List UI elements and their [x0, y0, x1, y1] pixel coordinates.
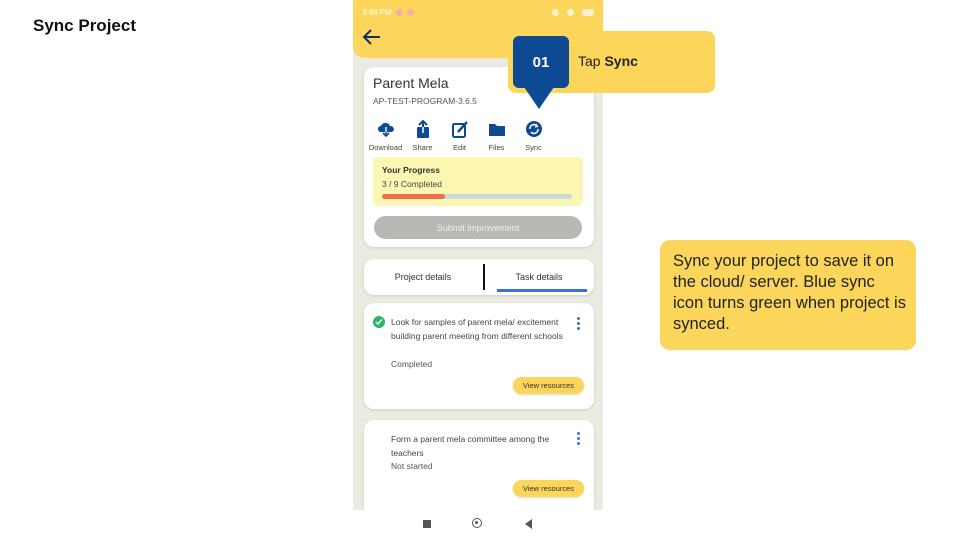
download-button[interactable]: Download	[367, 119, 404, 152]
more-options-icon[interactable]	[577, 317, 581, 330]
recents-icon[interactable]	[423, 520, 431, 528]
project-code: AP-TEST-PROGRAM-3.6.5	[373, 96, 477, 106]
progress-bar-fill	[382, 194, 446, 199]
download-label: Download	[368, 143, 403, 152]
wifi-icon	[567, 8, 574, 16]
project-title: Parent Mela	[373, 75, 449, 91]
android-nav-bar	[353, 510, 603, 540]
step-callout: 01 Tap Sync	[508, 31, 715, 109]
home-icon[interactable]	[472, 518, 482, 528]
details-tabs: Project details Task details	[364, 259, 594, 295]
back-icon[interactable]	[525, 519, 532, 529]
files-button[interactable]: Files	[478, 119, 515, 152]
progress-bar	[382, 194, 572, 199]
status-bar: 3:48 PM	[362, 6, 594, 18]
folder-icon	[488, 124, 505, 136]
view-resources-button[interactable]: View resources	[513, 480, 584, 497]
progress-box: Your Progress 3 / 9 Completed	[373, 157, 583, 206]
cloud-download-icon	[377, 123, 394, 138]
edit-icon	[451, 121, 468, 138]
task-card: Look for samples of parent mela/ excitem…	[364, 303, 594, 409]
edit-label: Edit	[453, 143, 466, 152]
battery-icon	[582, 8, 594, 16]
notification-icon	[406, 8, 414, 16]
task-status: Completed	[391, 359, 433, 369]
submit-improvement-button[interactable]: Submit improvement	[374, 216, 582, 239]
status-time: 3:48 PM	[362, 7, 392, 17]
task-title: Look for samples of parent mela/ excitem…	[391, 317, 563, 341]
alarm-icon	[552, 8, 559, 16]
share-icon	[416, 119, 429, 138]
task-title: Form a parent mela committee among the t…	[391, 434, 550, 458]
share-button[interactable]: Share	[404, 119, 441, 152]
share-label: Share	[412, 143, 433, 152]
project-card: Parent Mela AP-TEST-PROGRAM-3.6.5 Downlo…	[364, 67, 594, 247]
more-options-icon[interactable]	[577, 432, 581, 445]
progress-title: Your Progress	[382, 165, 440, 175]
sync-button[interactable]: Sync	[515, 119, 552, 152]
step-number-badge: 01	[513, 36, 569, 88]
task-status: Not started	[391, 461, 433, 471]
info-text: Sync your project to save it on the clou…	[673, 252, 906, 333]
project-actions: Download Share Edit Files Sync	[367, 119, 552, 152]
files-label: Files	[488, 143, 505, 152]
step-prefix: Tap	[578, 53, 605, 69]
back-arrow-icon[interactable]	[362, 28, 382, 46]
step-pointer	[524, 87, 554, 109]
task-card: Form a parent mela committee among the t…	[364, 420, 594, 510]
step-action: Sync	[604, 53, 638, 69]
step-instruction: Tap Sync	[578, 53, 638, 69]
info-callout: Sync your project to save it on the clou…	[660, 240, 916, 350]
tab-project-details[interactable]: Project details	[364, 259, 482, 295]
notification-icon	[395, 8, 403, 16]
active-tab-indicator	[497, 289, 587, 292]
view-resources-button[interactable]: View resources	[513, 377, 584, 394]
progress-count: 3 / 9 Completed	[382, 179, 443, 189]
slide-title: Sync Project	[33, 16, 136, 35]
sync-label: Sync	[525, 143, 542, 152]
edit-button[interactable]: Edit	[441, 119, 478, 152]
sync-icon	[525, 121, 542, 137]
completed-check-icon	[373, 316, 385, 328]
